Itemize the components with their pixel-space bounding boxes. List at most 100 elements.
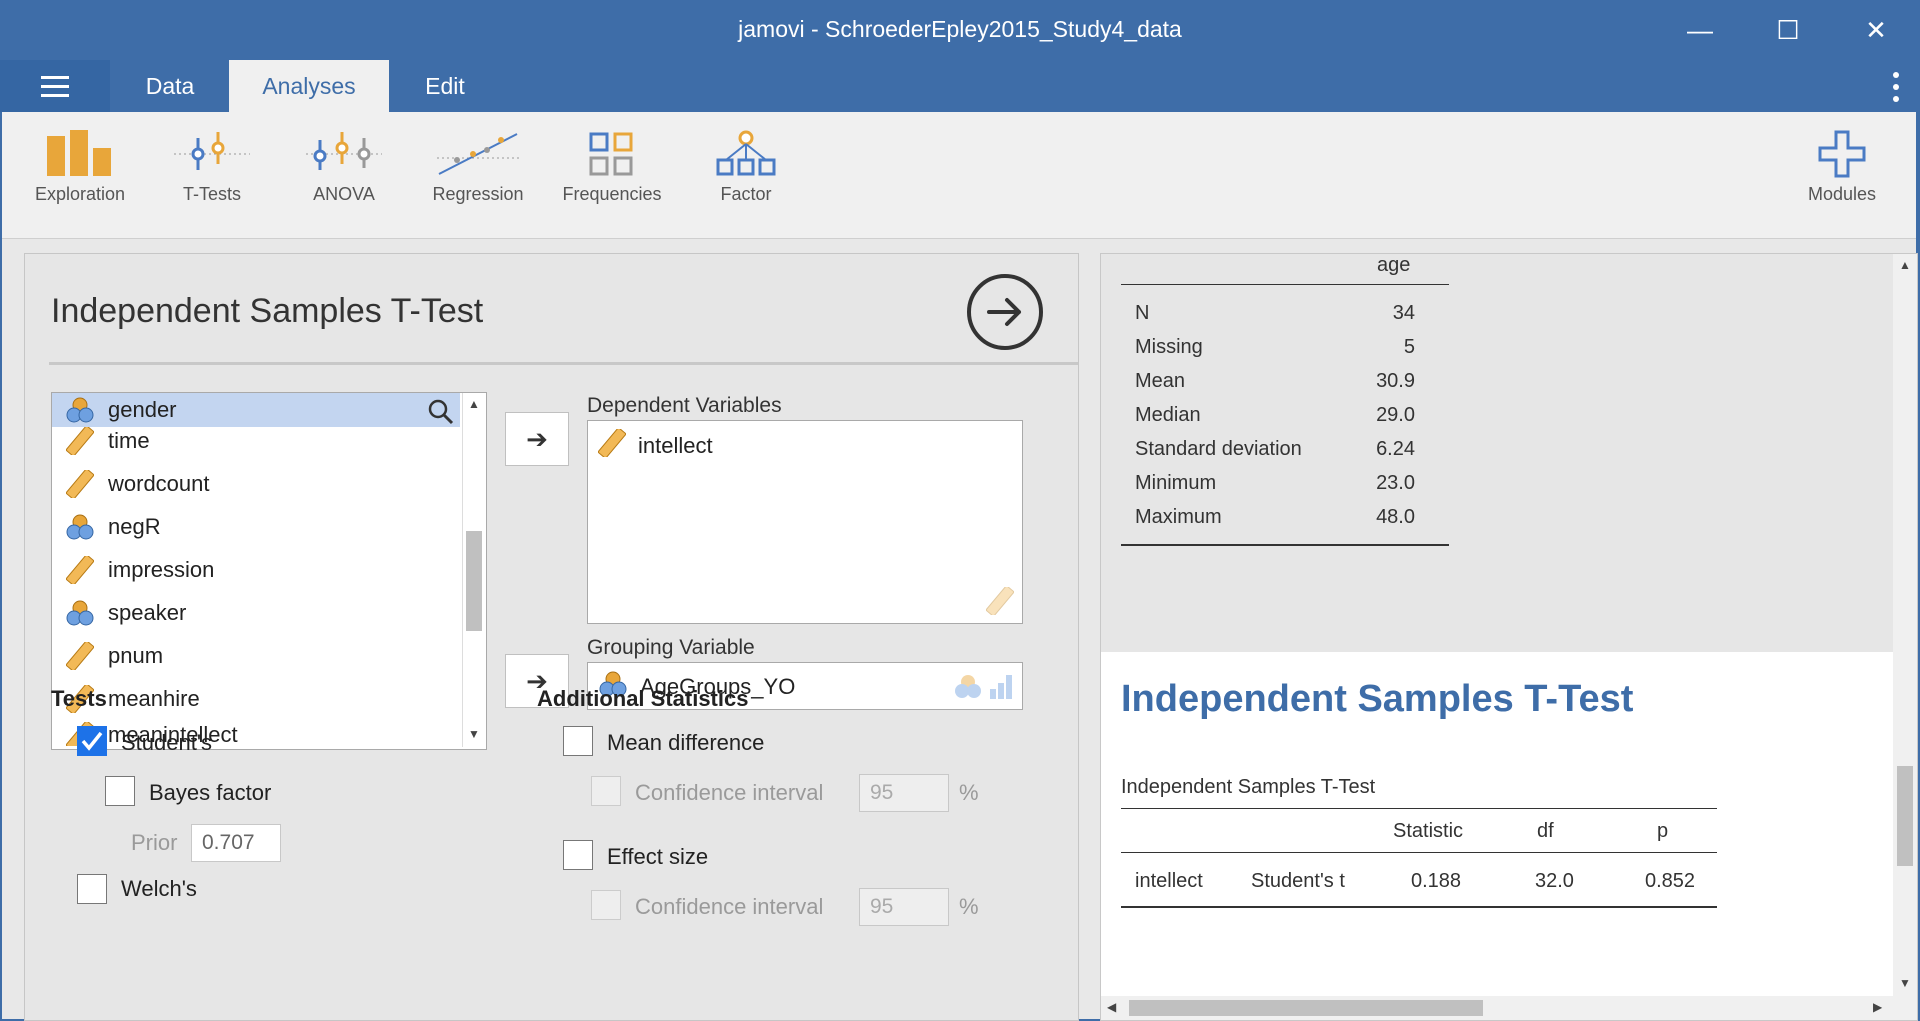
table-rule (1121, 808, 1717, 809)
maximize-button[interactable]: ☐ (1768, 10, 1808, 50)
list-item[interactable]: meanhire (52, 679, 460, 719)
close-button[interactable]: ✕ (1856, 10, 1896, 50)
list-item[interactable]: speaker (52, 593, 460, 633)
modules-label: Modules (1807, 184, 1877, 204)
variable-list[interactable]: gender time wordcount negR impression sp… (51, 392, 487, 750)
tab-edit[interactable]: Edit (395, 60, 495, 112)
scroll-thumb[interactable] (1897, 766, 1913, 866)
table-rule (1121, 852, 1717, 853)
md-ci-input[interactable]: 95 (859, 774, 949, 812)
welchs-checkbox[interactable] (77, 874, 107, 904)
list-item[interactable]: time (52, 421, 460, 461)
list-item[interactable]: meanintellect (52, 722, 460, 746)
scroll-right-icon[interactable]: ▶ (1873, 1000, 1882, 1014)
es-confidence-interval-checkbox[interactable] (591, 890, 621, 920)
anova-button[interactable]: ANOVA (284, 130, 404, 205)
nominal-icon (60, 514, 100, 540)
scroll-down-icon[interactable]: ▼ (1899, 976, 1911, 990)
minimize-button[interactable]: — (1680, 10, 1720, 50)
effect-size-checkbox[interactable] (563, 840, 593, 870)
tab-analyses[interactable]: Analyses (229, 60, 389, 112)
scroll-up-icon[interactable]: ▲ (468, 397, 480, 411)
list-item[interactable]: negR (52, 507, 460, 547)
factor-button[interactable]: Factor (686, 130, 806, 205)
md-ci-percent: % (959, 780, 979, 805)
regression-icon (437, 133, 519, 175)
table-row: Mean 30.9 (1135, 364, 1415, 398)
md-confidence-interval-label: Confidence interval (635, 780, 824, 805)
main-tabbar: Data Analyses Edit (0, 60, 1920, 112)
frequencies-label: Frequencies (562, 184, 662, 204)
list-item[interactable]: wordcount (52, 464, 460, 504)
regression-label: Regression (432, 184, 524, 204)
checkmark-icon (81, 731, 103, 751)
more-options-icon[interactable] (1892, 72, 1900, 102)
variable-list-scrollbar[interactable]: ▲ ▼ (462, 393, 485, 747)
variable-name: speaker (108, 600, 187, 625)
variable-name: meanhire (108, 686, 200, 711)
continuous-icon (60, 642, 100, 670)
row-value: 48.0 (1376, 505, 1415, 528)
nominal-ordinal-icon (955, 675, 1012, 699)
row-label: Median (1135, 403, 1201, 426)
scroll-thumb[interactable] (466, 531, 482, 631)
row-value: 30.9 (1376, 369, 1415, 392)
menu-icon[interactable] (0, 60, 110, 112)
variable-name: gender (108, 397, 177, 422)
continuous-icon (597, 426, 627, 463)
results-heading: Independent Samples T-Test (1121, 678, 1634, 720)
table-row: Maximum 48.0 (1135, 500, 1415, 534)
options-panel: Independent Samples T-Test gender time w… (24, 253, 1079, 1021)
ttest-row-p: 0.852 (1645, 870, 1696, 892)
students-label: Student's (121, 730, 213, 755)
modules-button[interactable]: Modules (1782, 130, 1902, 205)
move-to-dependent-button[interactable]: ➔ (505, 412, 569, 466)
list-item[interactable]: pnum (52, 636, 460, 676)
table-row: Missing 5 (1135, 330, 1415, 364)
bayes-factor-label: Bayes factor (149, 780, 272, 805)
variable-name: negR (108, 514, 161, 539)
mean-difference-checkbox[interactable] (563, 726, 593, 756)
row-value: 23.0 (1376, 471, 1415, 494)
table-rule (1121, 906, 1717, 908)
column-header-p: p (1657, 820, 1669, 842)
row-value: 34 (1392, 301, 1415, 324)
scroll-down-icon[interactable]: ▼ (468, 727, 480, 741)
frequencies-icon (589, 132, 633, 176)
dependent-variables-box[interactable]: intellect (587, 420, 1023, 624)
analyses-ribbon: Exploration T-Tests ANOVA Regression Fre… (2, 112, 1916, 239)
row-label: Maximum (1135, 505, 1222, 528)
exploration-label: Exploration (34, 184, 126, 204)
arrow-right-icon: ➔ (526, 423, 548, 454)
results-horizontal-scrollbar[interactable]: ◀ ▶ (1101, 996, 1893, 1020)
factor-icon (716, 130, 776, 176)
scroll-up-icon[interactable]: ▲ (1899, 258, 1911, 272)
ttests-button[interactable]: T-Tests (152, 130, 272, 205)
descriptives-section: age N 34 Missing 5 Mean 30.9 Median 29.0… (1101, 254, 1893, 652)
workspace: Independent Samples T-Test gender time w… (2, 239, 1918, 1021)
regression-button[interactable]: Regression (418, 130, 538, 205)
title-divider (49, 362, 1078, 365)
bayes-factor-checkbox[interactable] (105, 776, 135, 806)
md-confidence-interval-checkbox[interactable] (591, 776, 621, 806)
list-item[interactable]: intellect (597, 426, 713, 463)
scroll-left-icon[interactable]: ◀ (1107, 1000, 1116, 1014)
es-ci-input[interactable]: 95 (859, 888, 949, 926)
scroll-thumb[interactable] (1129, 1000, 1483, 1016)
exploration-button[interactable]: Exploration (20, 130, 140, 205)
prior-input[interactable]: 0.707 (191, 824, 281, 862)
ttest-row-test: Student's t (1251, 870, 1345, 892)
row-label: Missing (1135, 335, 1203, 358)
continuous-icon (60, 556, 100, 584)
list-item[interactable]: impression (52, 550, 460, 590)
tab-data[interactable]: Data (116, 60, 224, 112)
arrow-right-circle-icon[interactable] (967, 274, 1043, 350)
ttests-label: T-Tests (182, 184, 241, 204)
continuous-icon (986, 587, 1014, 615)
results-vertical-scrollbar[interactable]: ▲ ▼ (1893, 254, 1917, 1020)
students-checkbox[interactable] (77, 726, 107, 756)
exploration-icon (47, 130, 111, 176)
frequencies-button[interactable]: Frequencies (552, 130, 672, 205)
row-label: Mean (1135, 369, 1186, 392)
additional-statistics-header: Additional Statistics (537, 686, 749, 711)
